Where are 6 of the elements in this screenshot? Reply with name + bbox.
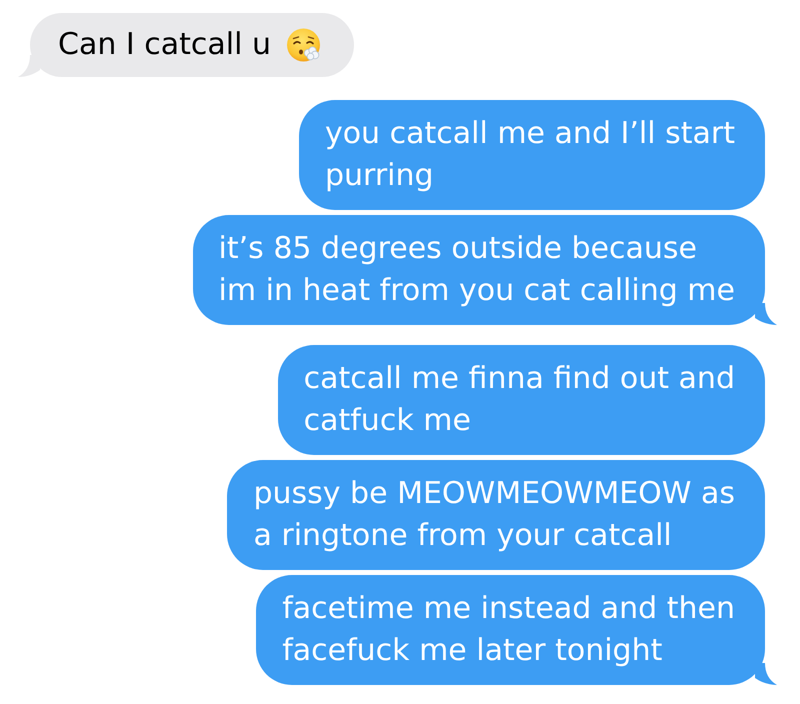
message-text: you catcall me and I’ll start purring (324, 115, 735, 195)
message-text: it’s 85 degrees outside because im in heat from you cat calling me (218, 230, 735, 310)
message-text: Can I catcall u (58, 26, 272, 64)
message-text: catcall me finna find out and catfuck me (304, 360, 735, 440)
message-text: pussy be MEOWMEOWMEOW as a ringtone from your catcall (253, 475, 735, 555)
message-text: facetime me instead and then facefuck me later tonight (282, 590, 735, 670)
